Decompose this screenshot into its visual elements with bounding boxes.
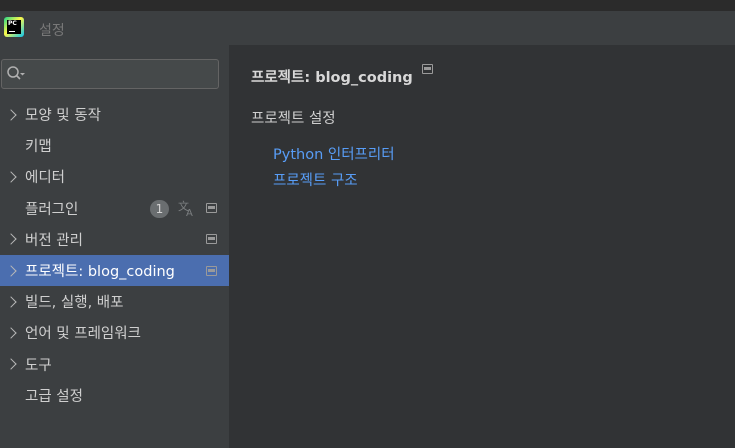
sidebar-item-project[interactable]: 프로젝트: blog_coding: [0, 254, 229, 287]
project-scope-icon: [206, 265, 217, 276]
chevron-right-icon[interactable]: [5, 264, 17, 277]
translate-icon: 文 A: [178, 199, 193, 217]
sidebar-item-label: 프로젝트: blog_coding: [25, 264, 175, 281]
page-title: 프로젝트: blog_coding: [251, 70, 413, 86]
sidebar-item-label: 에디터: [25, 170, 66, 187]
title-bar: PC 설정: [0, 0, 735, 45]
svg-text:A: A: [186, 208, 193, 217]
sidebar-item-languages[interactable]: 언어 및 프레임워크: [0, 317, 229, 348]
project-structure-link[interactable]: 프로젝트 구조: [273, 169, 358, 190]
chevron-right-icon[interactable]: [5, 171, 17, 183]
settings-nav: 모양 및 동작 키맵 에디터 플러그인 1 文 A 버전 관리 프로젝트: bl…: [0, 99, 229, 411]
sidebar-item-build[interactable]: 빌드, 실행, 배포: [0, 286, 229, 317]
sidebar-item-label: 도구: [25, 357, 52, 374]
search-icon[interactable]: [6, 65, 26, 83]
sidebar-item-label: 빌드, 실행, 배포: [25, 295, 124, 312]
pycharm-logo-icon: PC: [4, 17, 24, 37]
sidebar-item-label: 플러그인: [25, 201, 79, 218]
section-label: 프로젝트 설정: [251, 111, 336, 127]
project-scope-icon: [206, 234, 217, 245]
python-interpreter-link[interactable]: Python 인터프리터: [273, 143, 395, 164]
settings-content: 프로젝트: blog_coding 프로젝트 설정 Python 인터프리터 프…: [229, 45, 735, 448]
search-input[interactable]: [1, 59, 219, 89]
update-count-badge: 1: [150, 199, 169, 218]
sidebar-item-editor[interactable]: 에디터: [0, 161, 229, 192]
window-title: 설정: [39, 23, 65, 39]
sidebar-item-keymap[interactable]: 키맵: [0, 130, 229, 161]
sidebar-item-plugins[interactable]: 플러그인 1 文 A: [0, 193, 229, 224]
chevron-right-icon[interactable]: [5, 296, 17, 308]
project-scope-icon: [422, 64, 433, 74]
sidebar-item-version-control[interactable]: 버전 관리: [0, 224, 229, 255]
sidebar-item-appearance[interactable]: 모양 및 동작: [0, 99, 229, 130]
sidebar-item-label: 모양 및 동작: [25, 108, 101, 125]
chevron-right-icon[interactable]: [5, 327, 17, 339]
sidebar-item-label: 고급 설정: [25, 388, 83, 405]
sidebar-item-advanced[interactable]: 고급 설정: [0, 380, 229, 411]
sidebar-item-label: 언어 및 프레임워크: [25, 326, 141, 343]
app-logo-text: PC: [7, 20, 21, 34]
sidebar-item-tools[interactable]: 도구: [0, 349, 229, 380]
project-scope-icon: [206, 203, 217, 214]
chevron-right-icon[interactable]: [5, 233, 17, 246]
settings-sidebar: 모양 및 동작 키맵 에디터 플러그인 1 文 A 버전 관리 프로젝트: bl…: [0, 45, 229, 448]
chevron-right-icon[interactable]: [5, 108, 17, 121]
chevron-right-icon[interactable]: [5, 358, 17, 370]
sidebar-item-label: 버전 관리: [25, 232, 83, 249]
sidebar-item-label: 키맵: [25, 139, 52, 156]
